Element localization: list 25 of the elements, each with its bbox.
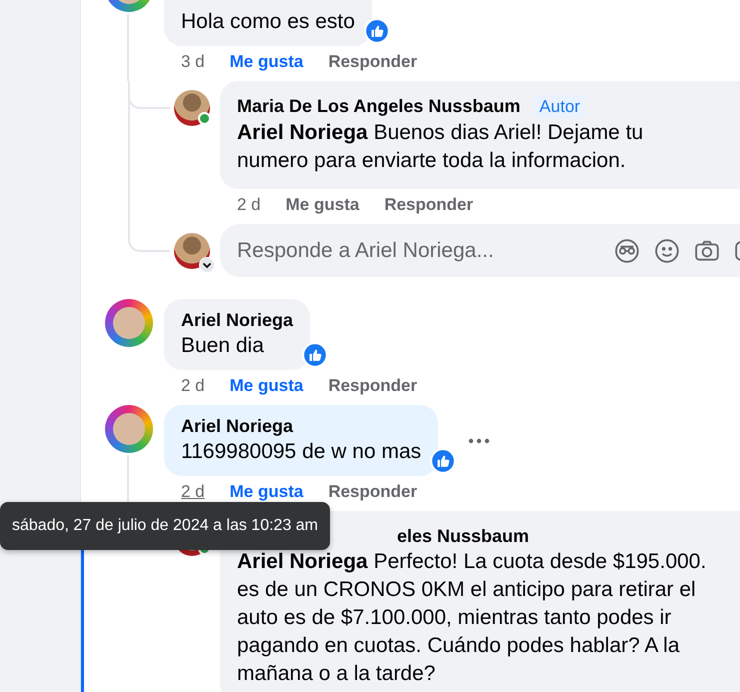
reply-input-field[interactable]: Responde a Ariel Noriega...: [237, 238, 600, 262]
like-link[interactable]: Me gusta: [286, 195, 360, 215]
author-name[interactable]: eles Nussbaum: [397, 526, 530, 546]
reply-link[interactable]: Responder: [328, 482, 418, 502]
timestamp-link[interactable]: 3 d: [181, 52, 205, 72]
timestamp-tooltip: sábado, 27 de julio de 2024 a las 10:23 am: [0, 502, 330, 550]
comment-text: Buen dia: [181, 333, 265, 359]
reply-composer[interactable]: Responde a Ariel Noriega...: [220, 224, 740, 277]
like-link[interactable]: Me gusta: [230, 482, 304, 502]
reply-link[interactable]: Responder: [328, 52, 418, 72]
reply-link[interactable]: Responder: [328, 376, 418, 396]
like-link[interactable]: Me gusta: [230, 52, 304, 72]
comment-text: 1169980095 de w no mas: [181, 439, 422, 465]
timestamp-link[interactable]: 2 d: [237, 195, 261, 215]
author-name[interactable]: Maria De Los Angeles Nussbaum: [237, 96, 520, 116]
reply-link[interactable]: Responder: [384, 195, 474, 215]
reply-text: Ariel Noriega Perfecto! La cuota desde $195.000. es de un CRONOS 0KM el anticipo para retirar el auto es de $7.100.000, mientras tanto podes ir pagando en cuotas. Cuándo podes hablar? A la mañana o a la tarde?: [237, 549, 708, 687]
author-name[interactable]: Ariel Noriega: [181, 308, 294, 332]
comment-text: Hola como es esto: [181, 9, 355, 35]
like-link[interactable]: Me gusta: [230, 376, 304, 396]
timestamp-link[interactable]: 2 d: [181, 376, 205, 396]
timestamp-link[interactable]: 2 d: [181, 482, 205, 502]
author-badge: Autor: [534, 95, 586, 118]
reply-text: Ariel Noriega Buenos dias Ariel! Dejame tu numero para enviarte toda la informacion.: [237, 120, 644, 174]
author-name[interactable]: Ariel Noriega: [181, 414, 422, 438]
